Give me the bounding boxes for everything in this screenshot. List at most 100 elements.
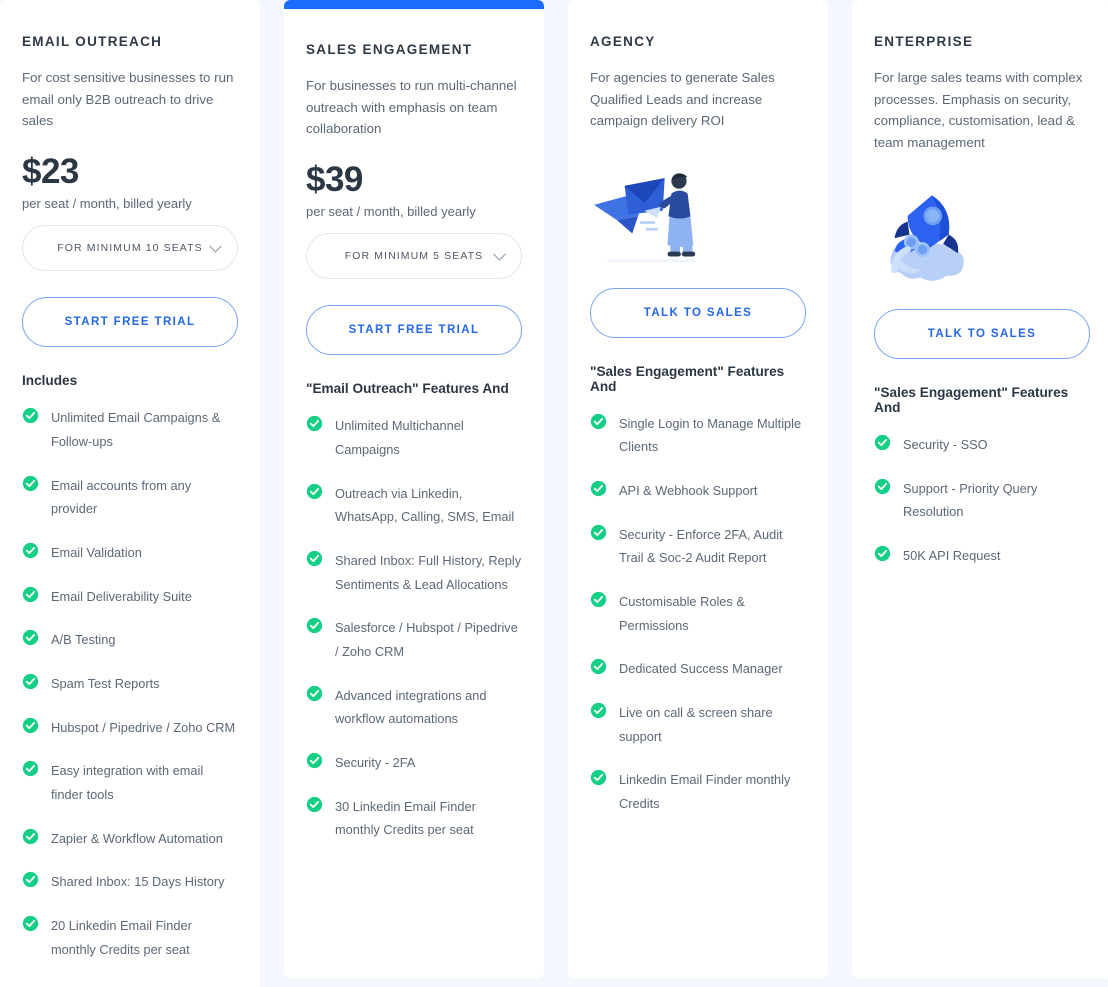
- feature-item: Salesforce / Hubspot / Pipedrive / Zoho …: [306, 616, 522, 663]
- feature-item: 30 Linkedin Email Finder monthly Credits…: [306, 795, 522, 842]
- feature-label: Hubspot / Pipedrive / Zoho CRM: [51, 719, 236, 735]
- plan-card-email-outreach: EMAIL OUTREACH For cost sensitive busines…: [0, 0, 260, 987]
- plan-price-note: per seat / month, billed yearly: [22, 196, 192, 212]
- plan-feature-list: Unlimited Multichannel Campaigns Outreach…: [306, 414, 522, 842]
- seat-minimum-select[interactable]: FOR MINIMUM 10 SEATS: [22, 225, 238, 272]
- plan-card-enterprise: ENTERPRISE For large sales teams with com…: [852, 0, 1108, 978]
- plan-features-title: Includes: [22, 373, 78, 389]
- feature-label: Dedicated Success Manager: [619, 661, 783, 677]
- feature-item: Shared Inbox: Full History, Reply Sentim…: [306, 549, 522, 596]
- seat-minimum-select[interactable]: FOR MINIMUM 5 SEATS: [306, 233, 522, 280]
- feature-label: Customisable Roles & Permissions: [619, 593, 745, 633]
- plan-price: $23: [22, 151, 79, 191]
- check-circle-icon: [306, 617, 323, 634]
- feature-item: Email Validation: [22, 541, 238, 565]
- plan-card-sales-engagement: SALES ENGAGEMENT For businesses to run mu…: [284, 0, 544, 978]
- chevron-down-icon: [493, 248, 506, 261]
- feature-label: Shared Inbox: 15 Days History: [51, 874, 225, 890]
- feature-item: Unlimited Email Campaigns & Follow-ups: [22, 406, 238, 453]
- plan-feature-list: Security - SSO Support - Priority Query R…: [874, 433, 1090, 568]
- seat-minimum-select-label: FOR MINIMUM 5 SEATS: [344, 250, 484, 263]
- feature-label: 20 Linkedin Email Finder monthly Credits…: [51, 918, 192, 957]
- feature-label: Security - Enforce 2FA, Audit Trail & So…: [619, 526, 783, 566]
- check-circle-icon: [590, 769, 607, 786]
- feature-item: Support - Priority Query Resolution: [874, 477, 1090, 524]
- feature-label: API & Webhook Support: [619, 482, 758, 498]
- rocket-cloud-illustration: [874, 175, 1090, 295]
- check-circle-icon: [22, 871, 39, 888]
- feature-item: Advanced integrations and workflow autom…: [306, 684, 522, 731]
- plan-name: SALES ENGAGEMENT: [306, 42, 473, 57]
- plan-name: ENTERPRISE: [874, 34, 974, 49]
- feature-item: Email accounts from any provider: [22, 474, 238, 521]
- feature-item: Live on call & screen share support: [590, 701, 806, 748]
- plan-name: AGENCY: [590, 34, 656, 49]
- check-circle-icon: [22, 407, 39, 424]
- plan-price-note: per seat / month, billed yearly: [306, 204, 476, 220]
- feature-label: Salesforce / Hubspot / Pipedrive / Zoho …: [335, 620, 518, 660]
- check-circle-icon: [874, 434, 891, 451]
- check-circle-icon: [590, 702, 607, 719]
- feature-item: Easy integration with email finder tools: [22, 759, 238, 806]
- feature-item: Linkedin Email Finder monthly Credits: [590, 768, 806, 815]
- check-circle-icon: [306, 685, 323, 702]
- plan-description: For businesses to run multi-channel outr…: [306, 78, 517, 137]
- check-circle-icon: [590, 658, 607, 675]
- plan-features-title: "Sales Engagement" Features And: [590, 363, 785, 394]
- feature-item: Spam Test Reports: [22, 672, 238, 696]
- feature-item: Security - Enforce 2FA, Audit Trail & So…: [590, 523, 806, 570]
- plan-price: $39: [306, 159, 363, 199]
- feature-item: Outreach via Linkedin, WhatsApp, Calling…: [306, 482, 522, 529]
- feature-label: Spam Test Reports: [51, 676, 160, 692]
- feature-label: Linkedin Email Finder monthly Credits: [619, 772, 791, 811]
- plan-description: For cost sensitive businesses to run ema…: [22, 70, 234, 129]
- feature-label: Security - SSO: [903, 437, 988, 453]
- check-circle-icon: [22, 475, 39, 492]
- feature-label: Single Login to Manage Multiple Clients: [619, 415, 802, 455]
- feature-item: Dedicated Success Manager: [590, 657, 806, 681]
- feature-label: Support - Priority Query Resolution: [903, 480, 1038, 520]
- plan-cta-button[interactable]: TALK TO SALES: [874, 309, 1090, 360]
- plan-description: For agencies to generate Sales Qualified…: [590, 70, 775, 129]
- check-circle-icon: [306, 415, 323, 432]
- paper-plane-person-illustration: [590, 154, 806, 274]
- feature-item: Security - 2FA: [306, 751, 522, 775]
- seat-minimum-select-label: FOR MINIMUM 10 SEATS: [57, 242, 203, 255]
- plan-feature-list: Unlimited Email Campaigns & Follow-ups Em…: [22, 406, 238, 961]
- feature-item: Email Deliverability Suite: [22, 585, 238, 609]
- check-circle-icon: [22, 760, 39, 777]
- feature-label: Live on call & screen share support: [619, 704, 773, 744]
- feature-label: Outreach via Linkedin, WhatsApp, Calling…: [335, 485, 515, 525]
- feature-label: Zapier & Workflow Automation: [51, 830, 223, 846]
- check-circle-icon: [22, 673, 39, 690]
- plan-feature-list: Single Login to Manage Multiple Clients A…: [590, 412, 806, 816]
- feature-item: Zapier & Workflow Automation: [22, 827, 238, 851]
- feature-label: Unlimited Multichannel Campaigns: [335, 418, 464, 458]
- plan-cta-button[interactable]: START FREE TRIAL: [306, 305, 522, 356]
- feature-label: Shared Inbox: Full History, Reply Sentim…: [335, 553, 522, 592]
- check-circle-icon: [22, 717, 39, 734]
- feature-item: A/B Testing: [22, 628, 238, 652]
- feature-item: 50K API Request: [874, 544, 1090, 568]
- pricing-plans-grid: EMAIL OUTREACH For cost sensitive busines…: [0, 0, 1108, 987]
- check-circle-icon: [590, 591, 607, 608]
- feature-label: Email Validation: [51, 545, 142, 561]
- plan-description: For large sales teams with complex proce…: [874, 70, 1083, 150]
- check-circle-icon: [306, 796, 323, 813]
- feature-label: 50K API Request: [903, 548, 1001, 564]
- feature-label: Security - 2FA: [335, 755, 416, 771]
- feature-item: API & Webhook Support: [590, 479, 806, 503]
- check-circle-icon: [590, 413, 607, 430]
- plan-cta-button[interactable]: START FREE TRIAL: [22, 297, 238, 348]
- feature-label: Email accounts from any provider: [51, 477, 192, 517]
- check-circle-icon: [874, 545, 891, 562]
- plan-cta-button[interactable]: TALK TO SALES: [590, 287, 806, 338]
- check-circle-icon: [22, 915, 39, 932]
- check-circle-icon: [306, 752, 323, 769]
- feature-item: Hubspot / Pipedrive / Zoho CRM: [22, 716, 238, 740]
- feature-label: Easy integration with email finder tools: [51, 763, 204, 803]
- plan-features-title: "Sales Engagement" Features And: [874, 385, 1069, 416]
- feature-label: Advanced integrations and workflow autom…: [335, 687, 487, 727]
- check-circle-icon: [874, 478, 891, 495]
- check-circle-icon: [306, 550, 323, 567]
